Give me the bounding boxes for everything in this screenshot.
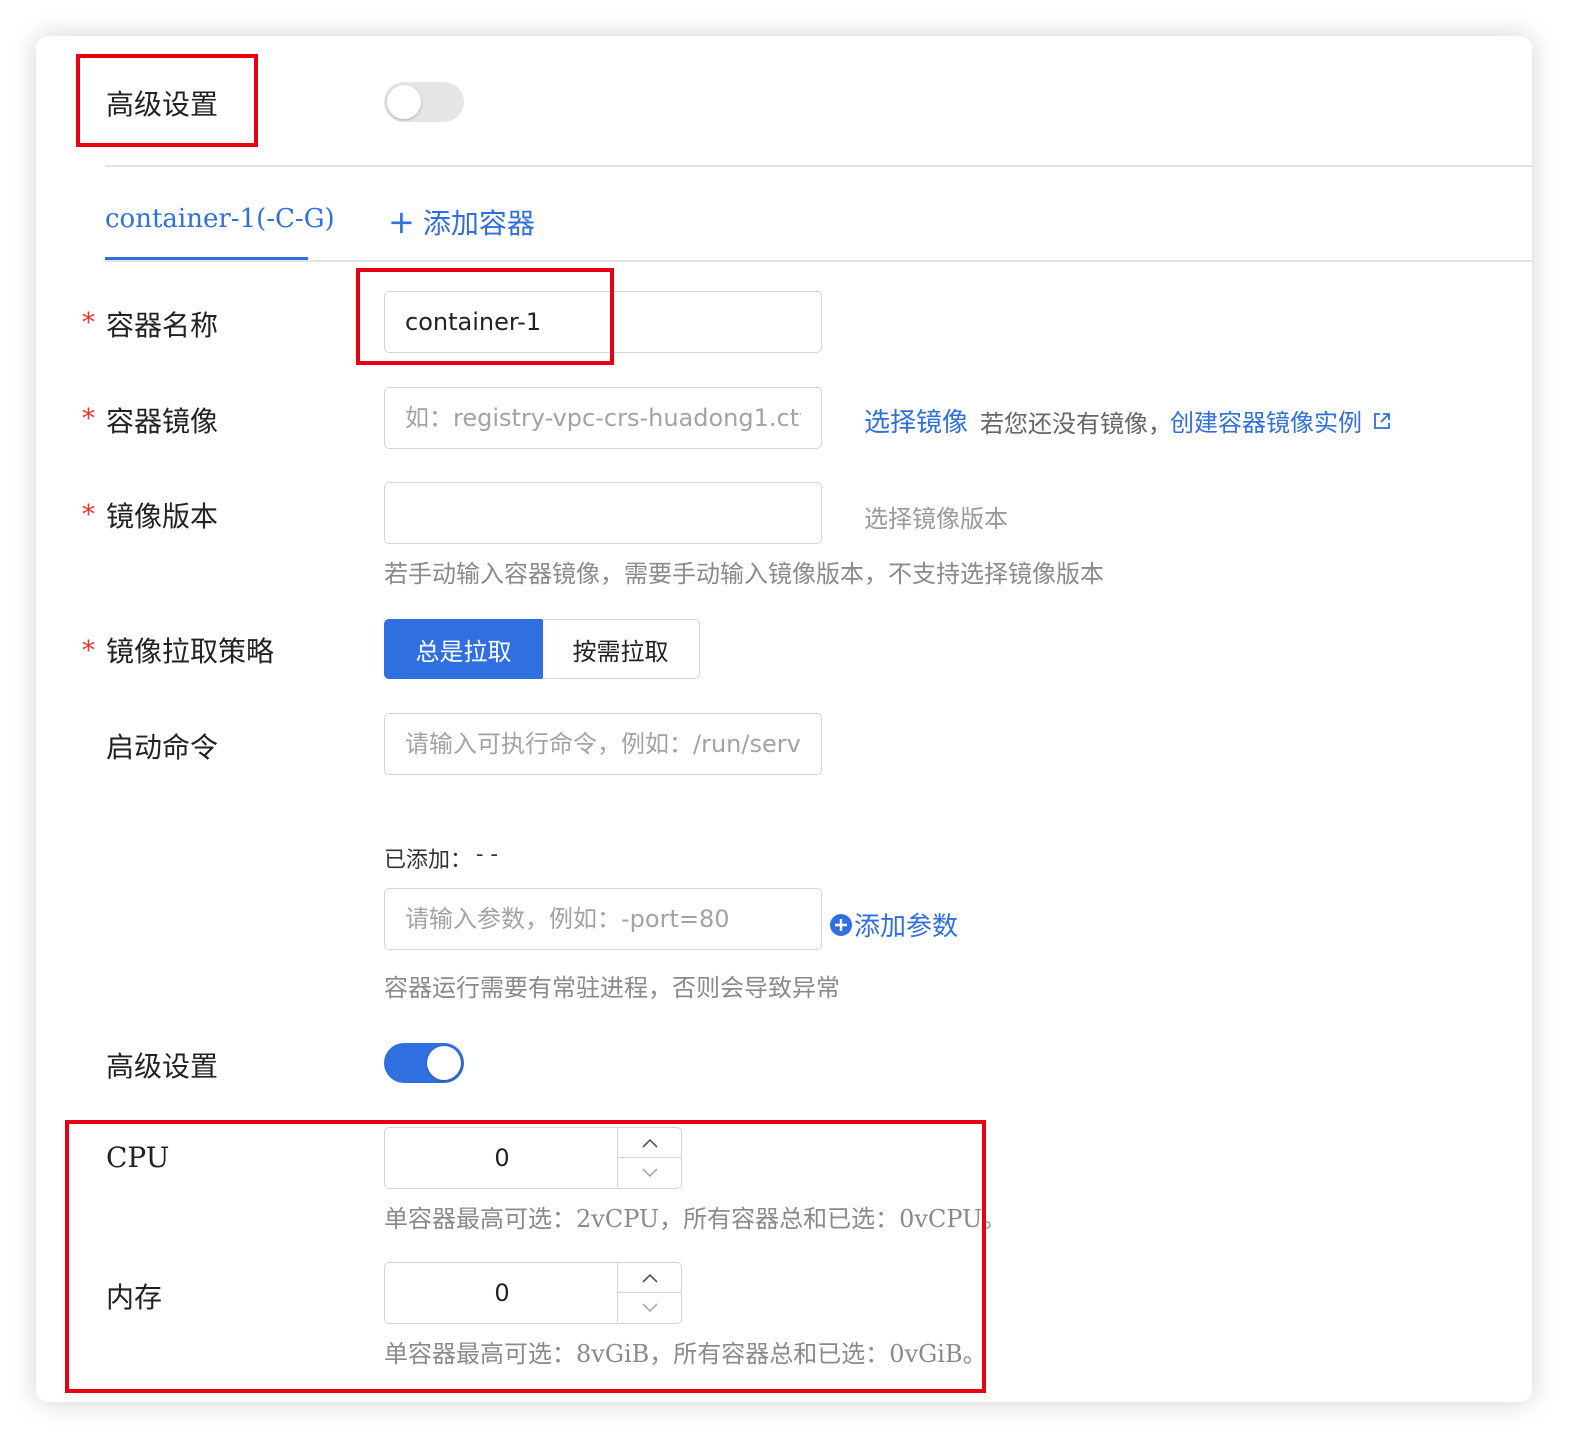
params-hint: 容器运行需要有常驻进程，否则会导致异常 (384, 974, 840, 1002)
container-image-input[interactable] (384, 387, 822, 449)
form-card: 高级设置 container-1(-C-G) + 添加容器 * 容器名称 * 容… (36, 36, 1532, 1402)
required-mark: * (82, 500, 95, 530)
highlight-box-top-settings (76, 54, 258, 147)
add-param-label: 添加参数 (854, 912, 959, 942)
start-command-input[interactable] (384, 713, 822, 775)
container-image-label: 容器镜像 (106, 405, 219, 438)
highlight-box-resources (65, 1120, 986, 1393)
plus-circle-icon (830, 913, 852, 936)
external-link-icon (1374, 412, 1390, 429)
highlight-box-container-name (356, 268, 614, 365)
top-advanced-settings-toggle[interactable] (384, 82, 464, 122)
create-image-instance-label: 创建容器镜像实例 (1170, 409, 1362, 437)
tab-container-1[interactable]: container-1(-C-G) (105, 204, 335, 234)
toggle-knob (387, 85, 421, 119)
add-container-label: 添加容器 (422, 207, 535, 240)
pull-always-option[interactable]: 总是拉取 (384, 619, 543, 679)
tabs-divider (105, 260, 1532, 262)
required-mark: * (82, 636, 95, 666)
advanced-settings-label: 高级设置 (106, 1050, 219, 1083)
required-mark: * (82, 308, 95, 338)
container-name-label: 容器名称 (106, 309, 219, 342)
added-params: 已添加： - - (384, 842, 498, 874)
image-version-input[interactable] (384, 482, 822, 544)
section-divider (105, 165, 1532, 167)
image-version-label: 镜像版本 (106, 500, 219, 533)
select-image-link[interactable]: 选择镜像 (864, 402, 968, 439)
add-param-button[interactable]: 添加参数 (830, 906, 958, 943)
added-params-label: 已添加： (384, 848, 473, 873)
param-input[interactable] (384, 888, 822, 950)
create-image-instance-link[interactable]: 创建容器镜像实例 (1170, 403, 1392, 438)
start-command-label: 启动命令 (106, 731, 219, 764)
image-version-hint: 若手动输入容器镜像，需要手动输入镜像版本，不支持选择镜像版本 (384, 560, 1104, 588)
add-container-tab[interactable]: + 添加容器 (388, 202, 535, 242)
added-params-value: - - (476, 842, 498, 867)
image-hint: 若您还没有镜像， (980, 410, 1172, 438)
pull-policy-segmented: 总是拉取 按需拉取 (384, 619, 700, 679)
toggle-knob (427, 1046, 461, 1080)
select-image-version[interactable]: 选择镜像版本 (864, 499, 1008, 534)
pull-on-demand-option[interactable]: 按需拉取 (542, 619, 700, 679)
required-mark: * (82, 404, 95, 434)
pull-policy-label: 镜像拉取策略 (106, 635, 275, 668)
advanced-settings-toggle[interactable] (384, 1043, 464, 1083)
plus-icon: + (388, 203, 415, 241)
